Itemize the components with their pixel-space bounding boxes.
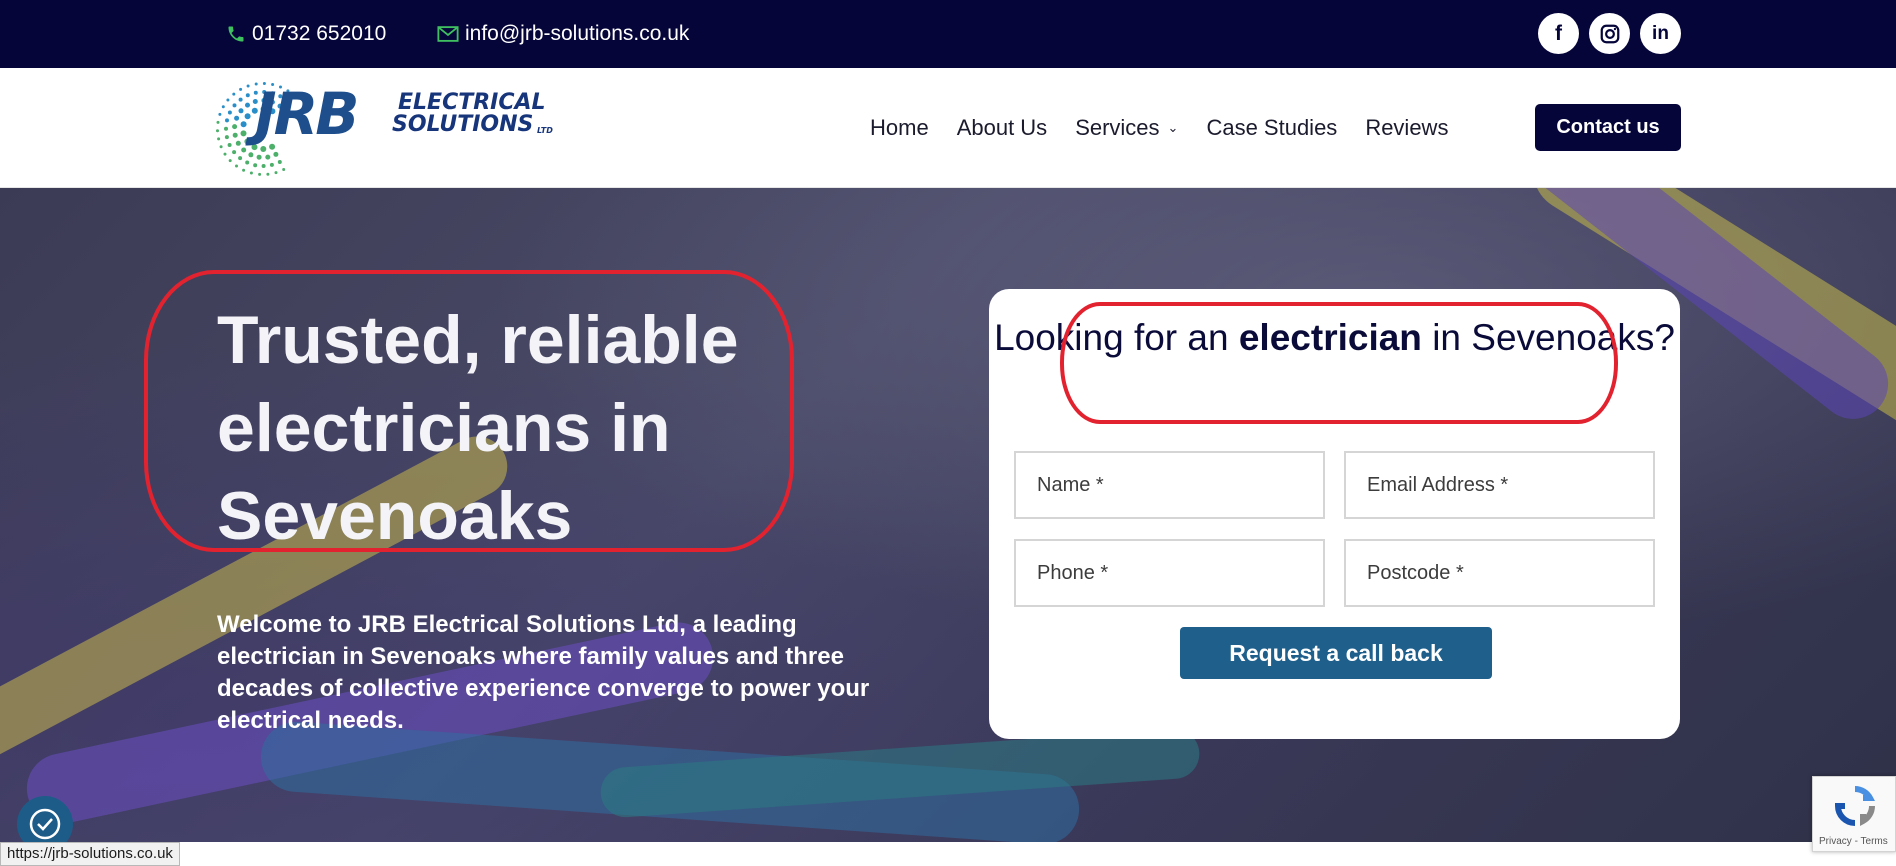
- email-address: info@jrb-solutions.co.uk: [465, 22, 690, 45]
- logo-dot: [273, 151, 279, 157]
- logo-dot: [245, 102, 250, 108]
- main-nav: Home About Us Services ⌄ Case Studies Re…: [870, 68, 1448, 188]
- logo-dot: [235, 164, 238, 168]
- logo-dot: [244, 138, 251, 145]
- phone-icon: [228, 26, 244, 42]
- phone-field[interactable]: Phone *: [1014, 539, 1325, 607]
- instagram-icon[interactable]: [1589, 13, 1630, 54]
- phone-link[interactable]: 01732 652010: [226, 0, 386, 68]
- logo-dot: [219, 145, 223, 149]
- logo-dot: [241, 147, 247, 153]
- logo-dot: [234, 115, 240, 121]
- envelope-icon: [437, 26, 459, 42]
- facebook-icon[interactable]: f: [1538, 13, 1579, 54]
- logo-dot: [249, 171, 253, 175]
- logo-dot: [221, 105, 225, 109]
- logo-dot: [225, 118, 229, 123]
- logo-dot: [242, 168, 246, 172]
- logo-dot: [246, 84, 250, 88]
- logo-dot: [228, 159, 232, 163]
- linkedin-icon[interactable]: in: [1640, 13, 1681, 54]
- logo-dot: [256, 154, 262, 160]
- logo-dot: [226, 98, 230, 102]
- logo-jrb-text: JRB: [255, 80, 359, 148]
- logo-electrical-text: ELECTRICAL: [398, 90, 546, 115]
- logo-dot: [266, 172, 270, 176]
- status-bar-url: https://jrb-solutions.co.uk: [0, 842, 180, 866]
- logo-dot: [261, 164, 266, 168]
- logo-dot: [218, 112, 222, 116]
- logo-dot: [269, 162, 274, 167]
- logo-dot: [277, 160, 282, 164]
- nav-home[interactable]: Home: [870, 115, 929, 141]
- logo-dot: [238, 108, 244, 114]
- logo-dot: [245, 160, 250, 165]
- nav-reviews[interactable]: Reviews: [1365, 115, 1448, 141]
- recaptcha-links: Privacy - Terms: [1819, 836, 1888, 847]
- hero-section: Trusted, reliable electricians in Seveno…: [0, 188, 1896, 842]
- logo-solutions-text: SOLUTIONS: [392, 112, 534, 137]
- highlight-annotation: [144, 270, 794, 552]
- logo-dot: [216, 129, 219, 133]
- site-header: JRB ELECTRICAL SOLUTIONS LTD Home About …: [0, 68, 1896, 188]
- logo-dot: [232, 124, 238, 130]
- logo-dot: [253, 163, 258, 168]
- logo-dot: [217, 137, 221, 141]
- recaptcha-badge[interactable]: Privacy - Terms: [1812, 776, 1896, 852]
- nav-about-us[interactable]: About Us: [957, 115, 1048, 141]
- logo-dot: [235, 140, 241, 146]
- logo-dot: [244, 113, 251, 120]
- logo-dot: [240, 130, 247, 137]
- recaptcha-icon: [1834, 786, 1876, 827]
- logo-dot: [232, 132, 238, 138]
- logo-dot: [232, 92, 236, 96]
- logo-dot: [224, 126, 228, 131]
- name-field[interactable]: Name *: [1014, 451, 1325, 519]
- nav-case-studies[interactable]: Case Studies: [1206, 115, 1337, 141]
- logo-dot: [258, 172, 262, 176]
- logo-dot: [245, 93, 250, 98]
- email-field[interactable]: Email Address *: [1344, 451, 1655, 519]
- logo-ltd-text: LTD: [537, 126, 553, 135]
- logo-dot: [239, 87, 243, 91]
- logo-dot: [274, 171, 278, 175]
- chevron-down-icon: ⌄: [1167, 120, 1179, 135]
- logo-dot: [227, 110, 232, 115]
- logo-dot: [232, 150, 237, 155]
- top-bar: 01732 652010 info@jrb-solutions.co.uk f …: [0, 0, 1896, 68]
- contact-us-button[interactable]: Contact us: [1535, 104, 1681, 151]
- callback-form: Looking for an electrician in Sevenoaks?…: [989, 289, 1680, 739]
- request-callback-button[interactable]: Request a call back: [1180, 627, 1492, 679]
- logo-dot: [238, 97, 243, 102]
- logo-dot: [248, 152, 254, 158]
- logo-dot: [224, 135, 229, 140]
- nav-services-label: Services: [1075, 115, 1160, 140]
- highlight-annotation: [1060, 302, 1618, 424]
- phone-number: 01732 652010: [252, 22, 387, 45]
- logo-dot: [223, 152, 227, 156]
- email-link[interactable]: info@jrb-solutions.co.uk: [437, 0, 689, 68]
- recaptcha-terms[interactable]: Terms: [1861, 836, 1888, 847]
- postcode-field[interactable]: Postcode *: [1344, 539, 1655, 607]
- logo-dot: [232, 103, 237, 108]
- nav-services[interactable]: Services ⌄: [1075, 115, 1178, 141]
- logo-dot: [238, 156, 243, 161]
- recaptcha-separator: -: [1851, 836, 1861, 847]
- recaptcha-privacy[interactable]: Privacy: [1819, 836, 1852, 847]
- jrb-logo[interactable]: JRB ELECTRICAL SOLUTIONS LTD: [215, 79, 560, 179]
- logo-dot: [282, 168, 286, 171]
- logo-dot: [240, 121, 247, 128]
- hero-description: Welcome to JRB Electrical Solutions Ltd,…: [217, 611, 870, 734]
- logo-dot: [216, 120, 220, 124]
- social-links: f in: [1538, 13, 1681, 54]
- logo-dot: [227, 143, 232, 147]
- logo-dot: [265, 154, 271, 160]
- accessibility-icon: [29, 808, 61, 840]
